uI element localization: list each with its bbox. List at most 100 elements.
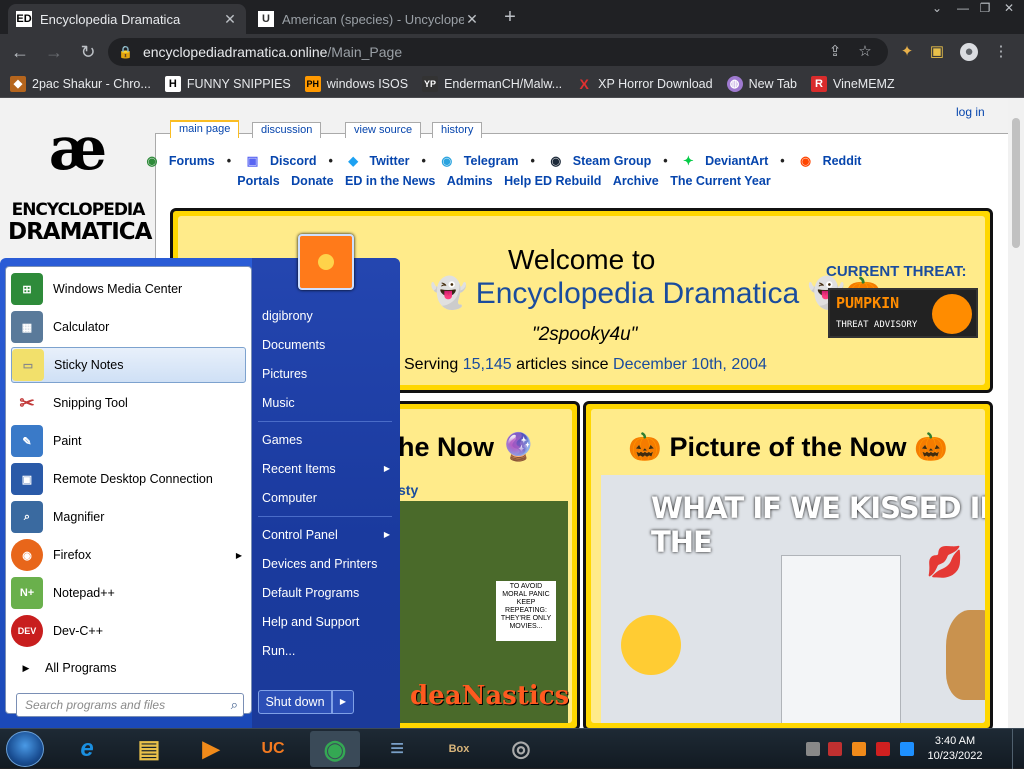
uc-browser-icon[interactable]: UC: [248, 731, 298, 767]
twitter-link[interactable]: ◆ Twitter: [344, 154, 413, 168]
user-account-picture[interactable]: [298, 234, 354, 290]
all-programs-button[interactable]: ▶ All Programs: [11, 653, 246, 683]
discord-link[interactable]: ▣ Discord: [243, 154, 321, 168]
right-item-games[interactable]: Games: [262, 429, 392, 451]
tray-search-icon[interactable]: [852, 742, 866, 756]
right-item-computer[interactable]: Computer: [262, 487, 392, 509]
start-item-calculator[interactable]: ▦ Calculator: [11, 309, 246, 345]
tab-view-source[interactable]: view source: [345, 122, 422, 138]
side-panel-icon[interactable]: ▣: [928, 43, 946, 61]
start-item-sticky-notes[interactable]: ▭ Sticky Notes: [11, 347, 246, 383]
tray-display-icon[interactable]: [900, 742, 914, 756]
start-item-windows-media-center[interactable]: ⊞ Windows Media Center: [11, 271, 246, 307]
new-tab-button[interactable]: +: [498, 6, 522, 30]
close-window-button[interactable]: ✕: [996, 0, 1022, 16]
bookmark-windows-isos[interactable]: PH windows ISOS: [304, 75, 408, 92]
tab-encyclopedia-dramatica[interactable]: ED Encyclopedia Dramatica ✕: [8, 4, 246, 34]
right-item-run[interactable]: Run...: [262, 640, 392, 662]
threat-sub: THREAT ADVISORY: [836, 320, 918, 330]
show-desktop-button[interactable]: [1012, 729, 1024, 769]
start-item-dev-cpp[interactable]: DEV Dev-C++: [11, 613, 246, 649]
welcome-heading: Welcome to: [508, 244, 656, 275]
reddit-link[interactable]: ◉ Reddit: [796, 154, 865, 168]
start-item-remote-desktop[interactable]: ▣ Remote Desktop Connection: [11, 461, 246, 497]
current-year-link[interactable]: The Current Year: [670, 174, 771, 188]
now-box-link[interactable]: sty: [398, 482, 418, 498]
taskbar-clock[interactable]: 3:40 AM 10/23/2022: [920, 734, 990, 764]
right-item-user-folder[interactable]: digibrony: [262, 305, 392, 327]
bonzi-box-icon[interactable]: Box: [434, 731, 484, 767]
right-item-pictures[interactable]: Pictures: [262, 363, 392, 385]
donate-link[interactable]: Donate: [291, 174, 333, 188]
right-item-help-support[interactable]: Help and Support: [262, 611, 392, 633]
bookmark-endermanch[interactable]: YP EndermanCH/Malw...: [422, 75, 562, 92]
start-item-firefox[interactable]: ◉ Firefox ▶: [11, 537, 246, 573]
right-item-documents[interactable]: Documents: [262, 334, 392, 356]
right-item-recent-items[interactable]: Recent Items ▶: [262, 458, 392, 480]
menu-kebab-icon[interactable]: ⋮: [992, 43, 1010, 61]
meme-image[interactable]: WHAT IF WE KISSED IN THE 💋: [601, 475, 985, 723]
tab-discussion[interactable]: discussion: [252, 122, 322, 138]
extensions-icon[interactable]: ✦: [898, 43, 916, 61]
browser-toolbar: ← → ↻ 🔒 encyclopediadramatica.online/Mai…: [0, 34, 1024, 70]
article-count[interactable]: 15,145: [463, 356, 512, 373]
tray-flag-icon[interactable]: [876, 742, 890, 756]
back-button[interactable]: ←: [6, 38, 34, 66]
close-tab-icon[interactable]: ✕: [222, 11, 238, 28]
start-item-magnifier[interactable]: ⌕ Magnifier: [11, 499, 246, 535]
right-item-control-panel[interactable]: Control Panel ▶: [262, 524, 392, 546]
start-item-paint[interactable]: ✎ Paint: [11, 423, 246, 459]
scrollbar-thumb[interactable]: [1012, 118, 1020, 248]
tab-search-icon[interactable]: ⌄: [924, 0, 950, 16]
archive-link[interactable]: Archive: [613, 174, 659, 188]
help-ed-rebuild-link[interactable]: Help ED Rebuild: [504, 174, 601, 188]
restore-button[interactable]: ❐: [972, 0, 998, 16]
document-app-icon[interactable]: ≡: [372, 731, 422, 767]
start-orb-button[interactable]: [6, 731, 44, 767]
shut-down-button[interactable]: Shut down: [258, 690, 332, 714]
since-date[interactable]: December 10th, 2004: [613, 356, 767, 373]
shut-down-options-arrow[interactable]: ▶: [332, 690, 354, 714]
forward-button[interactable]: →: [40, 38, 68, 66]
bookmark-xp-horror[interactable]: X XP Horror Download: [576, 76, 713, 92]
bookmark-new-tab[interactable]: ◍ New Tab: [726, 75, 797, 92]
steam-group-link[interactable]: ◉ Steam Group: [546, 154, 655, 168]
reload-button[interactable]: ↻: [74, 38, 102, 66]
chrome-icon[interactable]: ◉: [310, 731, 360, 767]
page-scrollbar[interactable]: [1008, 98, 1024, 728]
submenu-arrow-icon: ▶: [235, 550, 242, 560]
login-link[interactable]: log in: [956, 105, 985, 119]
bookmark-2pac[interactable]: ◆ 2pac Shakur - Chro...: [10, 75, 151, 92]
media-player-icon[interactable]: ▶: [186, 731, 236, 767]
pumpkin-threat-advisory[interactable]: PUMPKIN THREAT ADVISORY: [828, 288, 978, 338]
internet-explorer-icon[interactable]: e: [62, 731, 112, 767]
jar-app-icon[interactable]: ◎: [496, 731, 546, 767]
tab-uncyclopedia[interactable]: U American (species) - Uncyclopedia ✕: [250, 4, 488, 34]
file-explorer-icon[interactable]: ▤: [124, 731, 174, 767]
tray-network-icon[interactable]: [806, 742, 820, 756]
bookmark-star-icon[interactable]: ☆: [856, 43, 874, 61]
tray-security-icon[interactable]: [828, 742, 842, 756]
bookmark-vinememz[interactable]: R VineMEMZ: [811, 75, 895, 92]
deviantart-link[interactable]: ✦ DeviantArt: [679, 154, 772, 168]
admins-link[interactable]: Admins: [447, 174, 493, 188]
profile-avatar-icon[interactable]: ●: [960, 43, 978, 61]
tab-main-page[interactable]: main page: [170, 120, 240, 138]
bookmark-funny-snippies[interactable]: H FUNNY SNIPPIES: [164, 75, 291, 92]
search-icon: ⌕: [230, 697, 238, 712]
start-search-input[interactable]: Search programs and files ⌕: [16, 693, 244, 717]
close-tab-icon[interactable]: ✕: [464, 11, 480, 28]
right-item-music[interactable]: Music: [262, 392, 392, 414]
share-icon[interactable]: ⇪: [826, 43, 844, 61]
movie-poster-image[interactable]: TO AVOID MORAL PANIC KEEP REPEATING: THE…: [400, 501, 569, 723]
forums-link[interactable]: ◉ Forums: [143, 154, 219, 168]
tab-history[interactable]: history: [432, 122, 483, 138]
portals-link[interactable]: Portals: [237, 174, 279, 188]
right-item-devices-printers[interactable]: Devices and Printers: [262, 553, 392, 575]
ed-in-the-news-link[interactable]: ED in the News: [345, 174, 435, 188]
telegram-link[interactable]: ◉ Telegram: [437, 154, 522, 168]
address-bar[interactable]: 🔒 encyclopediadramatica.online/Main_Page: [108, 38, 888, 66]
start-item-snipping-tool[interactable]: ✂ Snipping Tool: [11, 385, 246, 421]
start-item-notepad-plus-plus[interactable]: N+ Notepad++: [11, 575, 246, 611]
right-item-default-programs[interactable]: Default Programs: [262, 582, 392, 604]
